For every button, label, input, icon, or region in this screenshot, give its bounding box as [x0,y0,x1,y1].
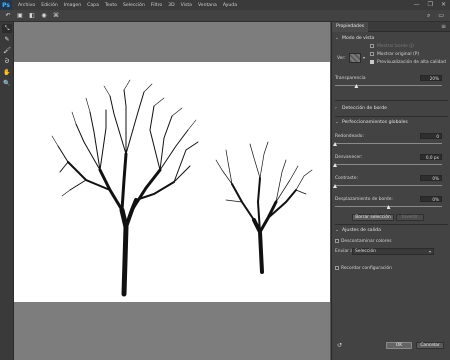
add-selection-icon[interactable]: ◧ [28,12,36,20]
subtract-selection-icon[interactable]: ◉ [40,12,48,20]
restore-icon[interactable]: ❐ [428,1,433,8]
contrast-slider[interactable] [335,185,442,186]
transparency-value[interactable]: 20% [420,75,442,81]
high-quality-preview-checkbox[interactable] [370,60,374,64]
chevron-right-icon[interactable]: › [335,106,337,111]
minimize-icon[interactable]: — [414,1,420,8]
chevron-down-icon[interactable]: ⌄ [335,120,339,125]
select-subject-icon[interactable]: ⌘ [52,12,60,20]
chevron-down-icon[interactable]: ⌄ [335,228,339,233]
menu-capa[interactable]: Capa [87,3,99,8]
view-mode-title: Modo de vista [342,36,375,41]
decontaminate-colors-label: Descontaminar colores [341,239,392,244]
remember-settings-checkbox[interactable] [335,266,339,270]
lasso-tool-icon[interactable]: ᘐ [2,57,12,66]
transparency-slider[interactable] [335,85,442,86]
view-mode-picker[interactable] [349,53,361,63]
remember-settings-label: Recordar configuración [341,266,392,271]
menu-seleccion[interactable]: Selección [123,3,145,8]
output-settings-section: ⌄ Ajustes de salida Descontaminar colore… [332,226,450,290]
contrast-label: Contraste: [335,176,358,181]
menu-edicion[interactable]: Edición [41,3,58,8]
zoom-tool-icon[interactable]: 🔍 [2,79,12,88]
chevron-down-icon: ▾ [428,249,431,254]
undo-icon[interactable]: ↶ [4,12,12,20]
panel-header: Propiedades ≡ [332,21,450,32]
menu-imagen[interactable]: Imagen [64,3,81,8]
menu-filtro[interactable]: Filtro [151,3,162,8]
feather-value[interactable]: 0,0 px [420,154,442,160]
ok-button[interactable]: OK [386,342,412,349]
workspace-icon[interactable]: ▭ [438,12,444,20]
edge-detection-section[interactable]: › Detección de borde [332,104,450,114]
edge-detection-title: Detección de borde [342,106,387,111]
show-original-checkbox[interactable] [370,52,374,56]
feather-slider[interactable] [335,164,442,165]
smooth-label: Redondeado: [335,134,364,139]
menu-texto[interactable]: Texto [105,3,117,8]
transparency-label: Transparencia [335,76,366,81]
view-mode-section: ⌄ Modo de vista Ver: ▾ Mostrar borde (J)… [332,34,450,92]
document-workspace[interactable] [14,22,330,360]
high-quality-preview-label: Previsualización de alta calidad [377,60,446,65]
tab-properties[interactable]: Propiedades [332,21,369,32]
show-edge-label: Mostrar borde (J) [377,44,414,49]
shift-edge-value[interactable]: 0% [420,196,442,202]
quick-selection-tool-icon[interactable]: ⤡ [2,24,12,33]
output-to-select[interactable]: Selección ▾ [352,248,434,255]
invert-button[interactable]: Invertir [396,214,424,221]
output-settings-title: Ajustes de salida [342,228,381,233]
show-original-label: Mostrar original (P) [377,52,420,57]
reset-icon[interactable]: ↺ [337,342,342,349]
close-icon[interactable]: ✕ [441,1,446,8]
chevron-down-icon[interactable]: ▾ [363,55,365,60]
divider [335,224,448,225]
output-to-value: Selección [355,249,376,254]
global-refinements-title: Perfeccionamientos globales [342,120,408,125]
new-selection-icon[interactable]: ▣ [16,12,24,20]
clear-selection-button[interactable]: Borrar selección [352,214,394,221]
menu-3d[interactable]: 3D [168,3,174,8]
panel-menu-icon[interactable]: ≡ [441,23,446,30]
smooth-value[interactable]: 0 [420,133,442,139]
menu-bar: Ps Archivo Edición Imagen Capa Texto Sel… [0,0,450,10]
menu-ayuda[interactable]: Ayuda [223,3,237,8]
global-refinements-section: ⌄ Perfeccionamientos globales Redondeado… [332,118,450,236]
trees-image [51,79,313,297]
cancel-button[interactable]: Cancelar [416,342,444,349]
options-bar: ↶ ▣ ◧ ◉ ⌘ ⌕ ▭ [0,10,450,22]
photoshop-logo: Ps [0,0,12,10]
shift-edge-label: Desplazamiento de borde: [335,197,393,202]
options-right: ⌕ ▭ [427,12,444,20]
menu-archivo[interactable]: Archivo [18,3,35,8]
view-label: Ver: [337,56,346,61]
tools-panel: ⤡ ✎ 🖌 ᘐ ✋ 🔍 [0,22,14,360]
chevron-down-icon[interactable]: ⌄ [335,36,339,41]
window-controls: — ❐ ✕ [414,1,446,8]
properties-panel: Propiedades ≡ ⌄ Modo de vista Ver: ▾ Mos… [331,21,450,360]
menu-ventana[interactable]: Ventana [198,3,217,8]
refine-edge-brush-icon[interactable]: ✎ [2,35,12,44]
search-icon[interactable]: ⌕ [427,12,430,20]
decontaminate-colors-checkbox[interactable] [335,239,339,243]
smooth-slider[interactable] [335,143,442,144]
menu-vista[interactable]: Vista [181,3,192,8]
brush-tool-icon[interactable]: 🖌 [2,46,12,55]
show-edge-checkbox[interactable] [370,44,374,48]
image-canvas[interactable] [14,62,330,302]
divider [335,116,448,117]
divider [335,100,448,101]
hand-tool-icon[interactable]: ✋ [2,68,12,77]
contrast-value[interactable]: 0% [420,175,442,181]
feather-label: Desvanecer: [335,155,363,160]
